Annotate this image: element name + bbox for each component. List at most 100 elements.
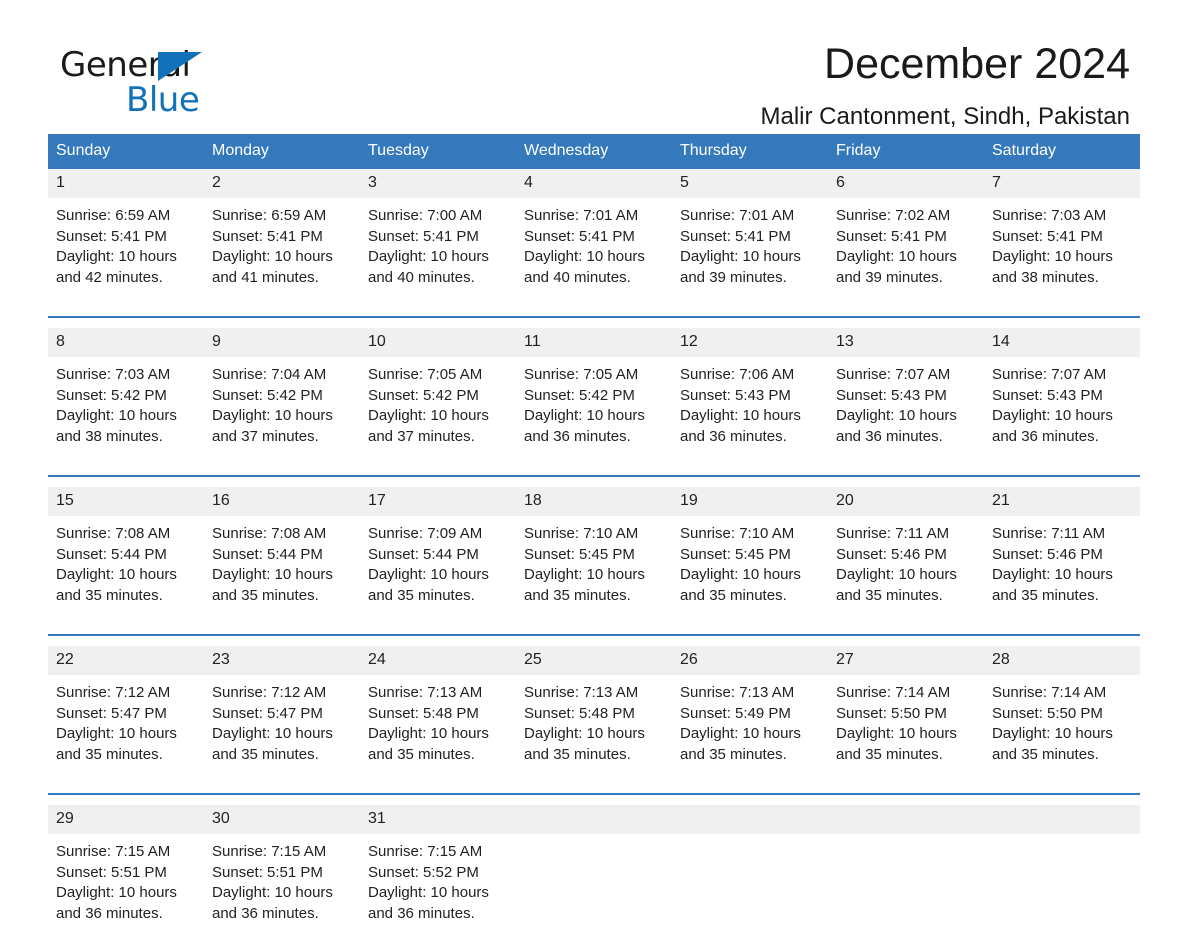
week-separator [48,634,1140,646]
sunset-text: Sunset: 5:50 PM [836,704,947,722]
day-number[interactable]: 19 [672,487,828,516]
day-number[interactable]: 5 [672,169,828,198]
daylight-text-line2: and 35 minutes. [680,745,787,763]
sunset-text: Sunset: 5:46 PM [836,545,947,563]
day-number[interactable]: 13 [828,328,984,357]
day-number[interactable]: 3 [360,169,516,198]
day-cell[interactable]: Sunrise: 7:06 AM Sunset: 5:43 PM Dayligh… [672,357,828,476]
calendar-page: General Blue December 2024 Malir Cantonm… [0,0,1188,952]
day-number[interactable]: 24 [360,646,516,675]
general-blue-logo[interactable]: General Blue [60,48,260,120]
daylight-text-line1: Daylight: 10 hours [212,407,333,424]
day-cell[interactable]: Sunrise: 7:07 AM Sunset: 5:43 PM Dayligh… [984,357,1140,476]
page-subtitle: Malir Cantonment, Sindh, Pakistan [760,103,1130,131]
day-cell[interactable]: Sunrise: 7:03 AM Sunset: 5:41 PM Dayligh… [984,198,1140,317]
daylight-text-line2: and 38 minutes. [992,268,1099,286]
day-number[interactable]: 26 [672,646,828,675]
sunset-text: Sunset: 5:44 PM [56,545,167,563]
day-cell[interactable]: Sunrise: 7:10 AM Sunset: 5:45 PM Dayligh… [672,516,828,635]
day-cell[interactable]: Sunrise: 7:02 AM Sunset: 5:41 PM Dayligh… [828,198,984,317]
day-cell[interactable]: Sunrise: 7:12 AM Sunset: 5:47 PM Dayligh… [204,675,360,794]
day-cell[interactable]: Sunrise: 7:00 AM Sunset: 5:41 PM Dayligh… [360,198,516,317]
daylight-text-line1: Daylight: 10 hours [368,248,489,265]
day-cell[interactable]: Sunrise: 7:08 AM Sunset: 5:44 PM Dayligh… [204,516,360,635]
day-number[interactable]: 17 [360,487,516,516]
day-number[interactable]: 18 [516,487,672,516]
week-details-row: Sunrise: 7:15 AM Sunset: 5:51 PM Dayligh… [48,834,1140,952]
daylight-text-line2: and 36 minutes. [212,904,319,922]
day-number[interactable]: 29 [48,805,204,834]
day-number[interactable]: 7 [984,169,1140,198]
day-cell[interactable]: Sunrise: 7:14 AM Sunset: 5:50 PM Dayligh… [828,675,984,794]
day-number[interactable]: 21 [984,487,1140,516]
sunrise-text: Sunrise: 7:06 AM [680,366,795,383]
day-cell[interactable]: Sunrise: 7:01 AM Sunset: 5:41 PM Dayligh… [516,198,672,317]
sunrise-text: Sunrise: 7:14 AM [836,684,951,701]
day-number[interactable]: 11 [516,328,672,357]
day-cell[interactable]: Sunrise: 7:11 AM Sunset: 5:46 PM Dayligh… [984,516,1140,635]
day-number[interactable]: 25 [516,646,672,675]
day-number[interactable]: 23 [204,646,360,675]
sunrise-text: Sunrise: 7:08 AM [212,525,327,542]
daylight-text-line2: and 35 minutes. [680,586,787,604]
day-number[interactable]: 16 [204,487,360,516]
day-cell[interactable]: Sunrise: 7:15 AM Sunset: 5:51 PM Dayligh… [48,834,204,952]
day-cell[interactable]: Sunrise: 6:59 AM Sunset: 5:41 PM Dayligh… [48,198,204,317]
day-cell[interactable]: Sunrise: 7:15 AM Sunset: 5:51 PM Dayligh… [204,834,360,952]
day-number[interactable]: 27 [828,646,984,675]
day-number[interactable]: 12 [672,328,828,357]
day-cell[interactable]: Sunrise: 7:08 AM Sunset: 5:44 PM Dayligh… [48,516,204,635]
week-details-row: Sunrise: 7:12 AM Sunset: 5:47 PM Dayligh… [48,675,1140,794]
day-cell[interactable]: Sunrise: 7:15 AM Sunset: 5:52 PM Dayligh… [360,834,516,952]
daylight-text-line2: and 39 minutes. [836,268,943,286]
day-number[interactable]: 6 [828,169,984,198]
calendar-body: 1 2 3 4 5 6 7 Sunrise: 6:59 AM Sunset: 5… [48,169,1140,952]
day-cell[interactable]: Sunrise: 7:13 AM Sunset: 5:49 PM Dayligh… [672,675,828,794]
day-number[interactable]: 9 [204,328,360,357]
day-number[interactable]: 14 [984,328,1140,357]
day-number-empty [984,805,1140,834]
day-cell[interactable]: Sunrise: 7:12 AM Sunset: 5:47 PM Dayligh… [48,675,204,794]
week-details-row: Sunrise: 7:03 AM Sunset: 5:42 PM Dayligh… [48,357,1140,476]
day-number[interactable]: 30 [204,805,360,834]
day-number[interactable]: 10 [360,328,516,357]
daylight-text-line2: and 41 minutes. [212,268,319,286]
day-cell[interactable]: Sunrise: 7:13 AM Sunset: 5:48 PM Dayligh… [360,675,516,794]
week-daynumbers-row: 1 2 3 4 5 6 7 [48,169,1140,198]
week-separator [48,475,1140,487]
day-cell[interactable]: Sunrise: 7:03 AM Sunset: 5:42 PM Dayligh… [48,357,204,476]
sunset-text: Sunset: 5:52 PM [368,863,479,881]
day-cell[interactable]: Sunrise: 7:09 AM Sunset: 5:44 PM Dayligh… [360,516,516,635]
day-cell[interactable]: Sunrise: 7:04 AM Sunset: 5:42 PM Dayligh… [204,357,360,476]
daylight-text-line2: and 35 minutes. [836,745,943,763]
sunrise-text: Sunrise: 7:07 AM [836,366,951,383]
daylight-text-line1: Daylight: 10 hours [524,407,645,424]
day-number[interactable]: 31 [360,805,516,834]
daylight-text-line2: and 35 minutes. [56,586,163,604]
day-number[interactable]: 15 [48,487,204,516]
week-daynumbers-row: 8 9 10 11 12 13 14 [48,328,1140,357]
daylight-text-line1: Daylight: 10 hours [56,407,177,424]
day-number[interactable]: 20 [828,487,984,516]
day-cell[interactable]: Sunrise: 7:05 AM Sunset: 5:42 PM Dayligh… [360,357,516,476]
sunrise-text: Sunrise: 7:15 AM [368,843,483,860]
day-cell[interactable]: Sunrise: 7:13 AM Sunset: 5:48 PM Dayligh… [516,675,672,794]
day-cell[interactable]: Sunrise: 6:59 AM Sunset: 5:41 PM Dayligh… [204,198,360,317]
day-cell[interactable]: Sunrise: 7:05 AM Sunset: 5:42 PM Dayligh… [516,357,672,476]
page-header: General Blue December 2024 Malir Cantonm… [48,0,1140,130]
day-cell[interactable]: Sunrise: 7:14 AM Sunset: 5:50 PM Dayligh… [984,675,1140,794]
sunset-text: Sunset: 5:42 PM [212,386,323,404]
daylight-text-line1: Daylight: 10 hours [992,248,1113,265]
day-number[interactable]: 1 [48,169,204,198]
day-number[interactable]: 4 [516,169,672,198]
day-number[interactable]: 8 [48,328,204,357]
weekday-header-wednesday: Wednesday [516,134,672,169]
day-number[interactable]: 2 [204,169,360,198]
day-number[interactable]: 28 [984,646,1140,675]
day-cell[interactable]: Sunrise: 7:01 AM Sunset: 5:41 PM Dayligh… [672,198,828,317]
day-cell[interactable]: Sunrise: 7:10 AM Sunset: 5:45 PM Dayligh… [516,516,672,635]
daylight-text-line2: and 36 minutes. [992,427,1099,445]
day-number[interactable]: 22 [48,646,204,675]
day-cell[interactable]: Sunrise: 7:07 AM Sunset: 5:43 PM Dayligh… [828,357,984,476]
day-cell[interactable]: Sunrise: 7:11 AM Sunset: 5:46 PM Dayligh… [828,516,984,635]
